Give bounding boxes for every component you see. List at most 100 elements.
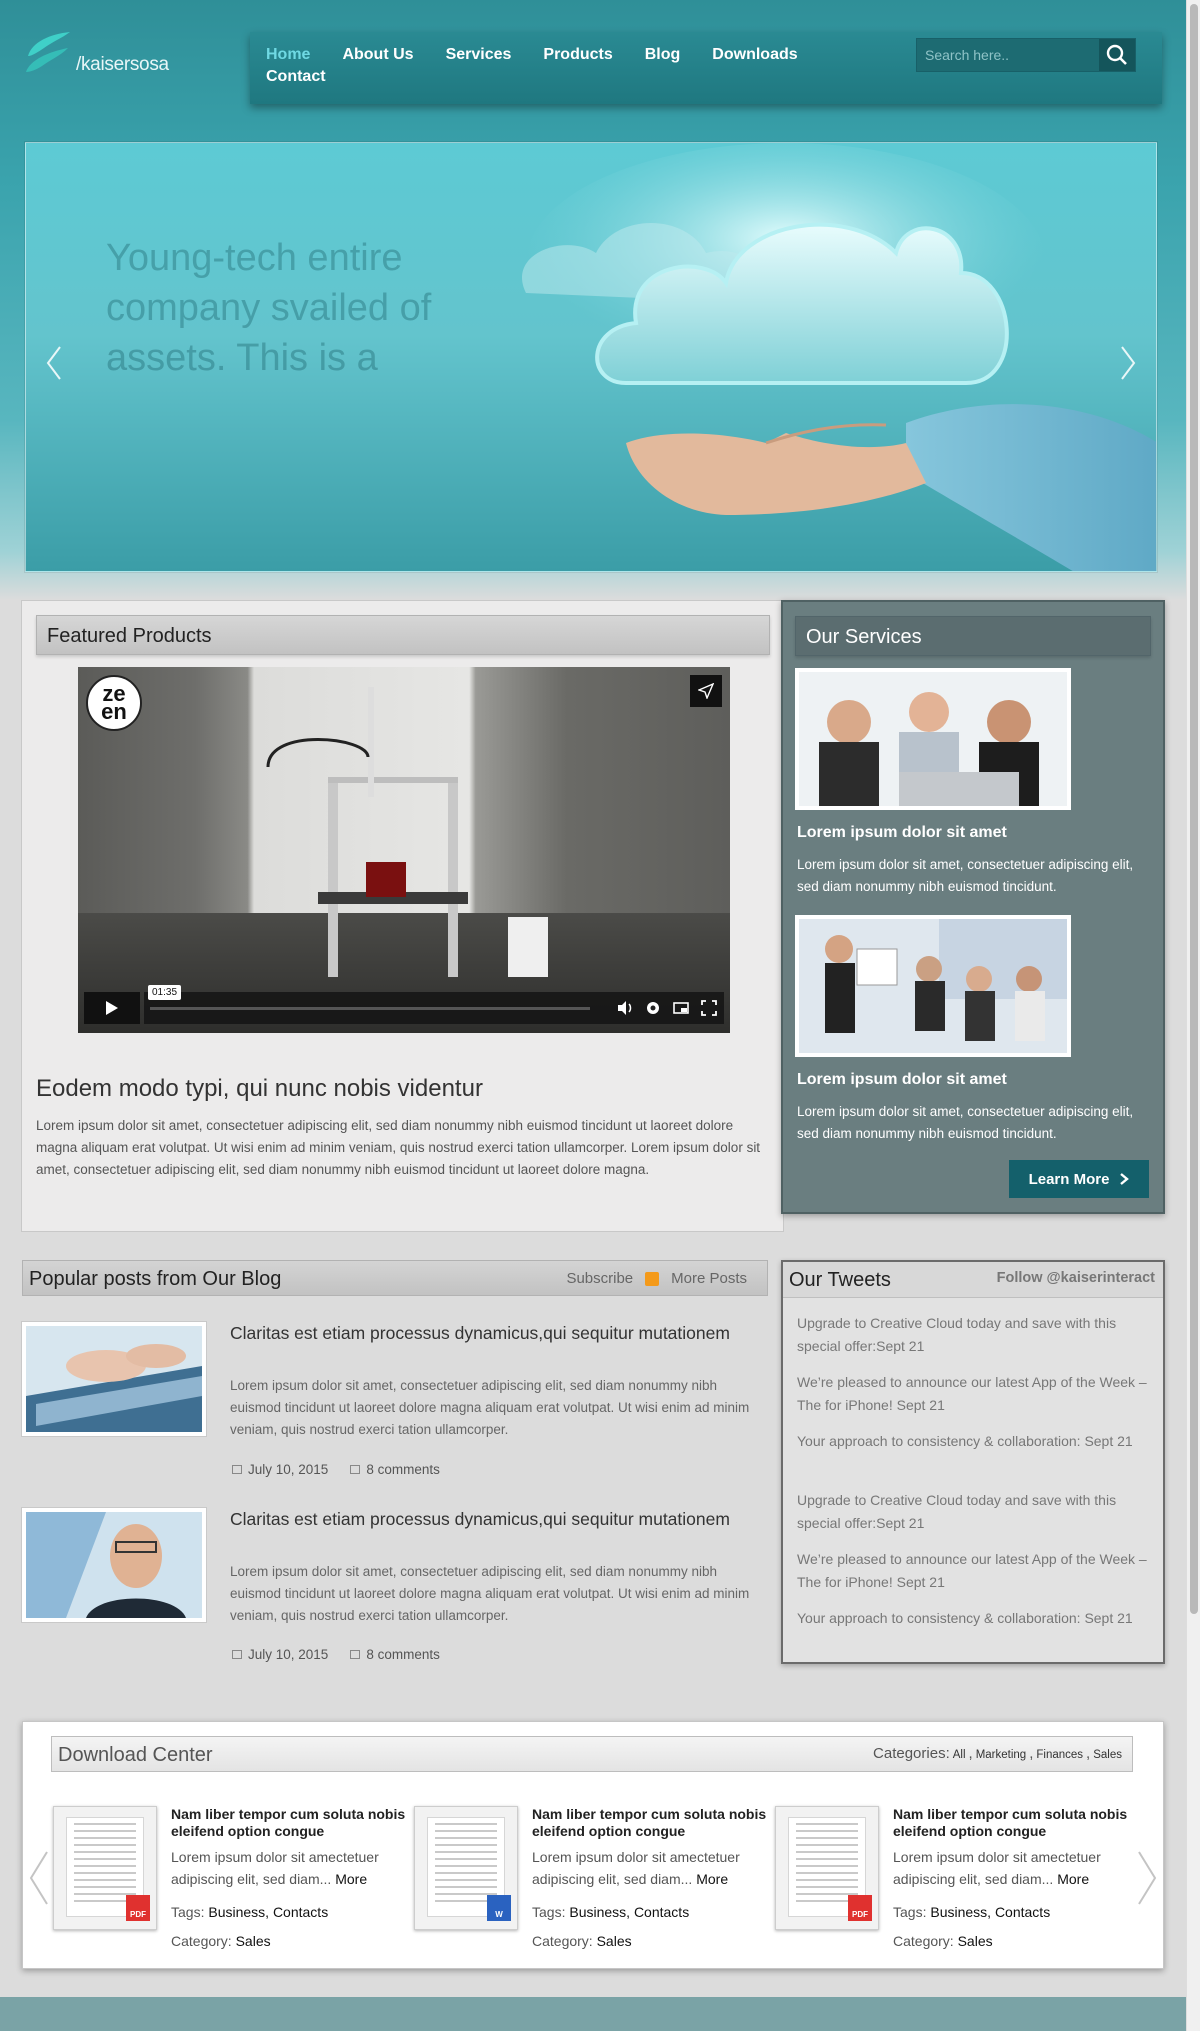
download-description: Lorem ipsum dolor sit amectetuer adipisc…: [893, 1849, 1101, 1887]
post-date: July 10, 2015: [232, 1462, 328, 1477]
section-title: Download Center: [58, 1744, 213, 1766]
nav-item-about-us[interactable]: About Us: [342, 46, 413, 64]
logo-text: /kaisersosa: [76, 54, 169, 75]
footer-band: [0, 1997, 1186, 2031]
more-link[interactable]: More: [1057, 1871, 1089, 1887]
video-player[interactable]: ze en 01:35: [78, 667, 730, 1033]
section-title: Popular posts from Our Blog: [29, 1268, 282, 1290]
download-tags: Tags: Business, Contacts: [893, 1904, 1051, 1920]
download-title[interactable]: Nam liber tempor cum soluta nobis eleife…: [532, 1806, 772, 1840]
volume-icon[interactable]: [616, 999, 634, 1017]
nav-item-blog[interactable]: Blog: [645, 46, 681, 64]
rss-icon[interactable]: [645, 1271, 660, 1286]
our-tweets-header: Our Tweets Follow @kaiserinteract: [783, 1262, 1163, 1298]
fullscreen-icon[interactable]: [700, 999, 718, 1017]
featured-products-header: Featured Products: [36, 615, 770, 655]
category-finances[interactable]: Finances: [1036, 1749, 1083, 1761]
learn-more-button[interactable]: Learn More: [1009, 1160, 1149, 1198]
calendar-icon: [232, 1650, 242, 1659]
logo[interactable]: /kaisersosa: [22, 26, 169, 82]
service-image-team: [795, 668, 1071, 810]
download-title[interactable]: Nam liber tempor cum soluta nobis eleife…: [893, 1806, 1133, 1840]
page-scrollbar[interactable]: [1186, 0, 1200, 2031]
subscribe-link[interactable]: Subscribe: [566, 1270, 633, 1287]
tweet-item[interactable]: Upgrade to Creative Cloud today and save…: [797, 1489, 1153, 1535]
tweet-item[interactable]: We’re pleased to announce our latest App…: [797, 1548, 1153, 1594]
play-icon: [106, 1001, 118, 1015]
share-icon: [698, 683, 714, 699]
more-link[interactable]: More: [335, 1871, 367, 1887]
post-title[interactable]: Claritas est etiam processus dynamicus,q…: [230, 1323, 770, 1344]
search-box: [916, 38, 1136, 72]
category-marketing[interactable]: Marketing: [976, 1749, 1027, 1761]
post-date: July 10, 2015: [232, 1647, 328, 1662]
our-services-header: Our Services: [795, 616, 1151, 656]
search-button[interactable]: [1099, 39, 1135, 71]
more-posts-link[interactable]: More Posts: [671, 1270, 747, 1287]
nav-item-home[interactable]: Home: [266, 46, 310, 64]
download-category: Category: Sales: [171, 1933, 271, 1949]
post-thumbnail-businessman[interactable]: [22, 1508, 206, 1622]
tweet-item[interactable]: Your approach to consistency & collabora…: [797, 1430, 1153, 1453]
pdf-badge: PDF: [126, 1895, 150, 1921]
download-center-header: Download Center Categories: All, Marketi…: [51, 1736, 1133, 1772]
download-description: Lorem ipsum dolor sit amectetuer adipisc…: [532, 1849, 740, 1887]
play-button[interactable]: [84, 992, 140, 1024]
service-text: Lorem ipsum dolor sit amet, consectetuer…: [797, 1104, 1134, 1141]
section-title: Our Services: [806, 626, 922, 648]
chevron-left-icon[interactable]: [27, 1850, 51, 1906]
chevron-right-icon: [1120, 1173, 1130, 1185]
pip-icon[interactable]: [672, 999, 690, 1017]
cloud-in-hand-image: [522, 143, 1156, 571]
category-all[interactable]: All: [953, 1749, 966, 1761]
scrollbar-thumb[interactable]: [1190, 4, 1198, 1614]
word-document-icon[interactable]: W: [414, 1806, 518, 1930]
service-text: Lorem ipsum dolor sit amet, consectetuer…: [797, 857, 1134, 894]
section-title: Our Tweets: [789, 1269, 891, 1291]
hero-slider: Young-tech entire company svailed of ass…: [25, 142, 1157, 572]
post-title[interactable]: Claritas est etiam processus dynamicus,q…: [230, 1509, 770, 1530]
chevron-right-icon[interactable]: [1135, 1850, 1159, 1906]
nav-item-downloads[interactable]: Downloads: [712, 46, 797, 64]
download-title[interactable]: Nam liber tempor cum soluta nobis eleife…: [171, 1806, 411, 1840]
follow-link[interactable]: Follow @kaiserinteract: [997, 1270, 1155, 1286]
blog-header: Popular posts from Our Blog Subscribe Mo…: [22, 1260, 768, 1296]
our-tweets-panel: Our Tweets Follow @kaiserinteract Upgrad…: [781, 1260, 1165, 1664]
download-center-panel: Download Center Categories: All, Marketi…: [22, 1721, 1164, 1969]
tweet-item[interactable]: Upgrade to Creative Cloud today and save…: [797, 1312, 1153, 1358]
category-sales[interactable]: Sales: [1093, 1749, 1122, 1761]
more-link[interactable]: More: [696, 1871, 728, 1887]
chevron-right-icon[interactable]: [1116, 343, 1140, 383]
post-meta: July 10, 2015 8 comments: [232, 1462, 440, 1477]
categories-label: Categories:: [873, 1745, 950, 1762]
settings-icon[interactable]: [644, 999, 662, 1017]
section-title: Featured Products: [47, 625, 212, 647]
progress-bar[interactable]: 01:35: [148, 985, 590, 1010]
share-button[interactable]: [690, 675, 722, 707]
post-meta: July 10, 2015 8 comments: [232, 1647, 440, 1662]
download-item: W Nam liber tempor cum soluta nobis elei…: [414, 1806, 766, 1956]
featured-body: Lorem ipsum dolor sit amet, consectetuer…: [36, 1118, 761, 1177]
category-filter: Categories: All, Marketing, Finances, Sa…: [873, 1745, 1122, 1762]
nav-item-contact[interactable]: Contact: [266, 68, 326, 86]
nav-item-products[interactable]: Products: [543, 46, 612, 64]
post-comments[interactable]: 8 comments: [350, 1462, 440, 1477]
tweet-item[interactable]: Your approach to consistency & collabora…: [797, 1607, 1153, 1630]
featured-products-panel: Featured Products ze en 01:35 Eodem modo…: [21, 600, 784, 1232]
post-thumbnail-keyboard[interactable]: [22, 1322, 206, 1436]
printer-rig-image: [266, 687, 548, 977]
post-comments[interactable]: 8 comments: [350, 1647, 440, 1662]
pdf-document-icon[interactable]: PDF: [775, 1806, 879, 1930]
post-body: Lorem ipsum dolor sit amet, consectetuer…: [230, 1564, 750, 1623]
control-bar: 01:35: [144, 985, 724, 1024]
time-tooltip: 01:35: [148, 985, 182, 1000]
search-input[interactable]: [917, 47, 1097, 63]
chevron-left-icon[interactable]: [42, 343, 66, 383]
service-image-meeting: [795, 915, 1071, 1057]
learn-more-label: Learn More: [1028, 1170, 1110, 1188]
video-channel-badge[interactable]: ze en: [86, 675, 142, 731]
pdf-document-icon[interactable]: PDF: [53, 1806, 157, 1930]
nav-item-services[interactable]: Services: [446, 46, 512, 64]
featured-headline: Eodem modo typi, qui nunc nobis videntur: [36, 1075, 483, 1102]
tweet-item[interactable]: We’re pleased to announce our latest App…: [797, 1371, 1153, 1417]
